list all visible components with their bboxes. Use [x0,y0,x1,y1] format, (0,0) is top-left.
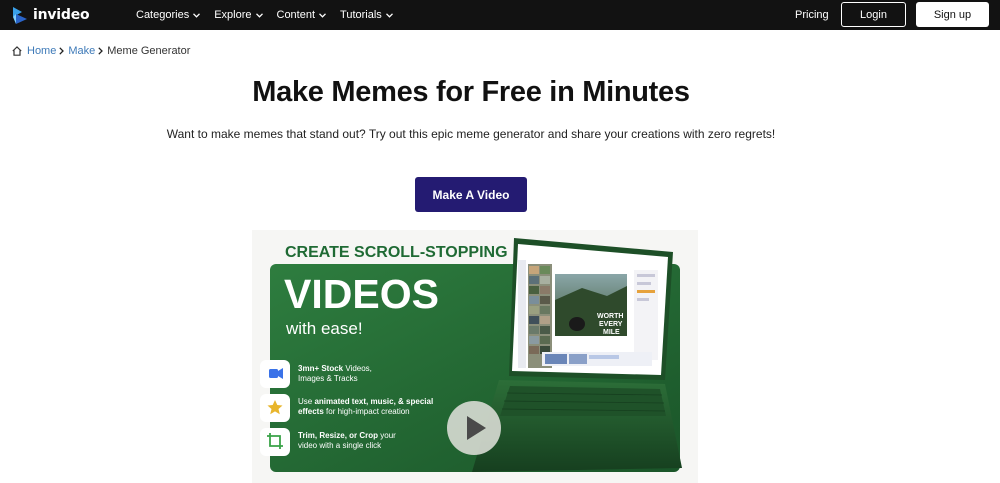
menu-categories[interactable]: Categories [136,9,201,21]
feature-stock-line2: Images & Tracks [298,374,358,383]
home-icon[interactable] [12,46,22,56]
feature-crop-bold: Trim, Resize, or Crop [298,431,378,440]
top-navbar: invideo Categories Explore Content Tutor… [0,0,1000,30]
feature-effects-line2-bold: effects [298,407,324,416]
breadcrumb-home-link[interactable]: Home [27,45,56,57]
breadcrumb-make-link[interactable]: Make [68,45,95,57]
menu-categories-label: Categories [136,9,190,21]
chevron-down-icon [255,12,263,18]
invideo-logo-icon [13,6,27,24]
play-button[interactable] [447,401,501,455]
banner-headline-tail: with ease! [285,319,363,338]
feature-stock-bold: 3mn+ Stock [298,364,344,373]
feature-effects-line2-rest: for high-impact creation [324,407,410,416]
breadcrumb: Home Make Meme Generator [12,44,190,58]
svg-text:Trim, Resize, or Crop your: Trim, Resize, or Crop your [298,431,396,440]
page-title: Make Memes for Free in Minutes [252,76,690,108]
menu-explore-label: Explore [214,9,252,21]
promo-banner-graphic: CREATE SCROLL-STOPPING VIDEOS with ease! [260,238,682,472]
feature-stock-rest: Videos, [343,364,372,373]
feature-effects-pre: Use [298,397,314,406]
main-menu: Categories Explore Content Tutorials [136,0,407,30]
brand-name: invideo [33,7,90,23]
chevron-right-icon [98,47,104,55]
pricing-link[interactable]: Pricing [795,0,829,30]
menu-content[interactable]: Content [277,9,327,21]
signup-button[interactable]: Sign up [916,2,989,27]
menu-explore[interactable]: Explore [214,9,263,21]
invideo-logo[interactable]: invideo [12,4,90,26]
page-subtitle: Want to make memes that stand out? Try o… [166,127,776,141]
banner-headline-small: CREATE SCROLL-STOPPING [285,244,508,261]
overlay-text-mile: MILE [603,329,620,336]
menu-tutorials[interactable]: Tutorials [340,9,393,21]
feature-crop-rest: your [378,431,396,440]
make-a-video-button[interactable]: Make A Video [415,177,527,212]
promo-banner[interactable]: CREATE SCROLL-STOPPING VIDEOS with ease! [252,230,698,483]
video-camera-icon [269,368,283,379]
feature-effects-bold: animated text, music, & special [314,397,433,406]
svg-text:effects for high-impact creati: effects for high-impact creation [298,407,410,416]
chevron-right-icon [59,47,65,55]
feature-crop-line2: video with a single click [298,441,382,450]
chevron-down-icon [385,12,393,18]
svg-text:Use animated text, music, & sp: Use animated text, music, & special [298,397,433,406]
menu-tutorials-label: Tutorials [340,9,382,21]
overlay-text-worth: WORTH [597,313,623,320]
svg-text:3mn+ Stock Videos,: 3mn+ Stock Videos, [298,364,372,373]
overlay-text-every: EVERY [599,321,623,328]
menu-content-label: Content [276,9,316,21]
banner-headline-big: VIDEOS [284,271,439,317]
login-button[interactable]: Login [841,2,906,27]
chevron-down-icon [193,12,201,18]
breadcrumb-current: Meme Generator [107,45,191,57]
chevron-down-icon [319,12,326,18]
